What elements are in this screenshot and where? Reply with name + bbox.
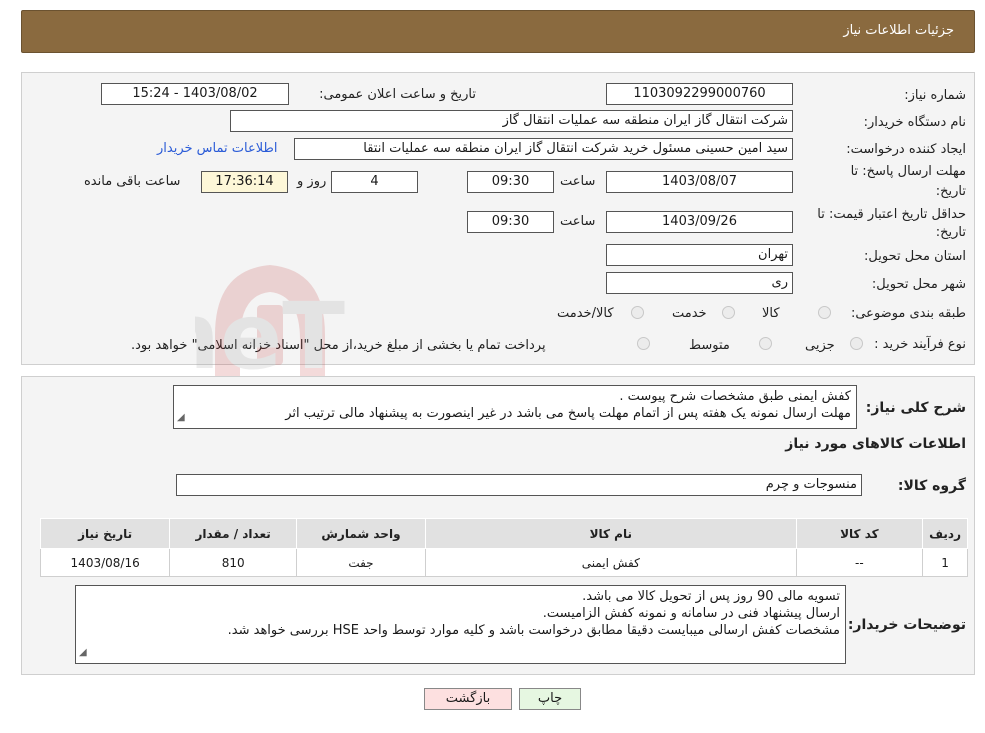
print-button[interactable]: چاپ xyxy=(519,688,581,710)
remaining-time-field: 17:36:14 xyxy=(201,171,288,193)
resize-grip-icon[interactable]: ◢ xyxy=(79,644,87,661)
buyer-note-line: ارسال پیشنهاد فنی در سامانه و نمونه کفش … xyxy=(542,606,840,621)
buyer-org-field: شرکت انتقال گاز ایران منطقه سه عملیات ان… xyxy=(230,110,793,132)
page-header: جزئیات اطلاعات نیاز xyxy=(21,10,975,53)
summary-line-2: مهلت ارسال نمونه یک هفته پس از اتمام مهل… xyxy=(285,406,851,421)
validity-label-date: تاریخ: xyxy=(935,225,966,240)
goods-group-field: منسوجات و چرم xyxy=(176,474,862,496)
goods-info-title: اطلاعات کالاهای مورد نیاز xyxy=(785,436,966,452)
need-number-label: شماره نیاز: xyxy=(904,88,966,103)
deadline-time-field: 09:30 xyxy=(467,171,554,193)
col-goods-code: کد کالا xyxy=(795,518,924,549)
province-label: استان محل تحویل: xyxy=(864,249,966,264)
col-need-date: تاریخ نیاز xyxy=(39,518,171,549)
buyer-notes-textarea[interactable]: تسویه مالی 90 روز پس از تحویل کالا می با… xyxy=(75,585,846,664)
category-radio-goods-service[interactable] xyxy=(631,306,644,319)
treasury-note: پرداخت تمام یا بخشی از مبلغ خرید،از محل … xyxy=(131,338,546,353)
category-radio-service[interactable] xyxy=(722,306,735,319)
category-radio-goods[interactable] xyxy=(818,306,831,319)
buyer-notes-label: توضیحات خریدار: xyxy=(847,617,966,633)
deadline-time-label: ساعت xyxy=(560,174,596,189)
goods-group-label: گروه کالا: xyxy=(897,478,966,494)
announce-label: تاریخ و ساعت اعلان عمومی: xyxy=(319,87,476,102)
cell-need-date: 1403/08/16 xyxy=(39,548,171,577)
category-option-service: خدمت xyxy=(672,306,707,321)
city-label: شهر محل تحویل: xyxy=(871,277,966,292)
cell-row-number: 1 xyxy=(922,548,968,577)
process-radio-treasury[interactable] xyxy=(637,337,650,350)
cell-goods-name: کفش ایمنی xyxy=(424,548,797,577)
cell-quantity: 810 xyxy=(169,548,297,577)
process-option-minor: جزیی xyxy=(805,338,835,353)
back-button[interactable]: بازگشت xyxy=(424,688,512,710)
announce-field: 1403/08/02 - 15:24 xyxy=(101,83,289,105)
validity-date-field: 1403/09/26 xyxy=(606,211,793,233)
buyer-note-line: مشخصات کفش ارسالی میبایست دقیقا مطابق در… xyxy=(227,623,840,638)
validity-time-label: ساعت xyxy=(560,214,596,229)
summary-line-1: کفش ایمنی طبق مشخصات شرح پیوست . xyxy=(619,389,851,404)
validity-label: حداقل تاریخ اعتبار قیمت: تا xyxy=(817,207,966,222)
cell-goods-code: -- xyxy=(795,548,924,577)
table-header-row: ردیف کد کالا نام کالا واحد شمارش تعداد /… xyxy=(39,518,968,549)
col-quantity: تعداد / مقدار xyxy=(169,518,297,549)
page-title: جزئیات اطلاعات نیاز xyxy=(843,23,954,38)
buyer-contact-link[interactable]: اطلاعات تماس خریدار xyxy=(157,141,277,156)
deadline-date-field: 1403/08/07 xyxy=(606,171,793,193)
need-number-field: 1103092299000760 xyxy=(606,83,793,105)
deadline-label: مهلت ارسال پاسخ: تا xyxy=(850,164,966,179)
category-option-goods-service: کالا/خدمت xyxy=(557,306,614,321)
col-row-number: ردیف xyxy=(922,518,968,549)
summary-textarea[interactable]: کفش ایمنی طبق مشخصات شرح پیوست . مهلت ار… xyxy=(173,385,857,429)
col-unit: واحد شمارش xyxy=(296,518,426,549)
buyer-org-label: نام دستگاه خریدار: xyxy=(863,115,966,130)
remaining-label: ساعت باقی مانده xyxy=(84,174,181,189)
col-goods-name: نام کالا xyxy=(424,518,797,549)
resize-grip-icon[interactable]: ◢ xyxy=(177,409,185,426)
category-label: طبقه بندی موضوعی: xyxy=(850,306,966,321)
days-label: روز و xyxy=(297,174,327,189)
creator-field: سید امین حسینی مسئول خرید شرکت انتقال گا… xyxy=(294,138,793,160)
process-label: نوع فرآیند خرید : xyxy=(874,337,966,352)
deadline-label-date: تاریخ: xyxy=(935,184,966,199)
province-field: تهران xyxy=(606,244,793,266)
city-field: ری xyxy=(606,272,793,294)
process-radio-minor[interactable] xyxy=(850,337,863,350)
summary-label: شرح کلی نیاز: xyxy=(865,400,966,416)
creator-label: ایجاد کننده درخواست: xyxy=(846,142,966,157)
days-remaining-field: 4 xyxy=(331,171,418,193)
buyer-note-line: تسویه مالی 90 روز پس از تحویل کالا می با… xyxy=(582,589,840,604)
category-option-goods: کالا xyxy=(762,306,780,321)
process-radio-medium[interactable] xyxy=(759,337,772,350)
table-row: 1 -- کفش ایمنی جفت 810 1403/08/16 xyxy=(39,548,968,577)
process-option-medium: متوسط xyxy=(689,338,730,353)
goods-table: ردیف کد کالا نام کالا واحد شمارش تعداد /… xyxy=(39,518,968,577)
validity-time-field: 09:30 xyxy=(467,211,554,233)
cell-unit: جفت xyxy=(296,548,426,577)
